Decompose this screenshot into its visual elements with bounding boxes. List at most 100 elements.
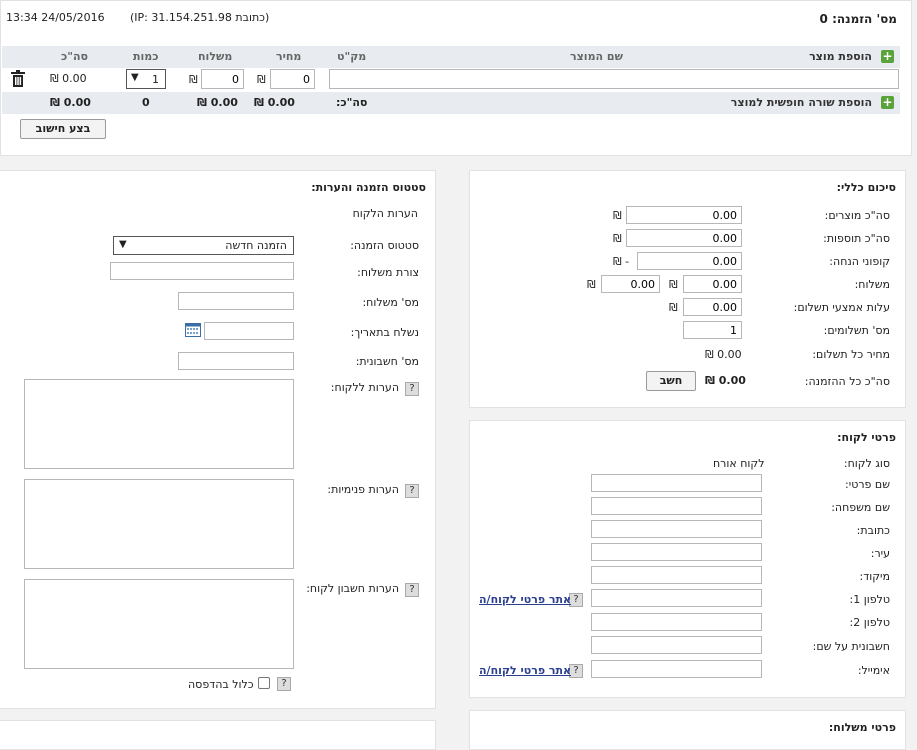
order-total-label: סה"כ כל ההזמנה: [804, 375, 890, 388]
notes-to-customer-label: הערות ללקוח: [330, 381, 399, 394]
phone1-input[interactable] [591, 589, 762, 607]
customer-type-value: לקוח אורח [713, 457, 765, 470]
invoice-no-label: מס' חשבונית: [355, 355, 419, 368]
price-currency: ₪ [257, 73, 266, 86]
first-name-input[interactable] [591, 474, 762, 492]
col-shipping: משלוח [198, 50, 233, 63]
notes-to-customer-help-icon[interactable]: ? [405, 382, 419, 396]
find-customer-by-phone-link[interactable]: אתר פרטי לקוח/ה [479, 593, 571, 606]
first-name-label: שם פרטי: [845, 478, 890, 491]
order-datetime: 13:34 24/05/2016 [6, 11, 105, 24]
include-print-help-icon[interactable]: ? [277, 677, 291, 691]
phone1-help-icon[interactable]: ? [569, 593, 583, 607]
customer-type-label: סוג לקוח: [843, 457, 890, 470]
addons-total-currency: ₪ [613, 232, 622, 245]
invoice-name-input[interactable] [591, 636, 762, 654]
email-label: אימייל: [857, 664, 890, 677]
include-print-label: כלול בהדפסה [188, 678, 254, 691]
last-name-label: שם משפחה: [831, 501, 890, 514]
qty-value: 1 [152, 73, 159, 86]
products-total-currency: ₪ [613, 209, 622, 222]
col-name: שם המוצר [570, 50, 623, 63]
phone2-label: טלפון 2: [849, 616, 890, 629]
products-total-label: סה"כ מוצרים: [824, 209, 890, 222]
row-total: 0.00 ₪ [50, 72, 87, 85]
email-help-icon[interactable]: ? [569, 664, 583, 678]
email-input[interactable] [591, 660, 762, 678]
payment-cost-label: עלות אמצעי תשלום: [793, 301, 890, 314]
zip-label: מיקוד: [859, 570, 890, 583]
shipping-no-input[interactable] [178, 292, 294, 310]
city-input[interactable] [591, 543, 762, 561]
payment-cost-currency: ₪ [669, 301, 678, 314]
col-total: סה"כ [61, 50, 88, 63]
addons-total-input[interactable] [626, 229, 742, 247]
bottom-left-panel [0, 720, 436, 750]
shipping-currency: ₪ [189, 73, 198, 86]
add-free-row-link[interactable]: הוספת שורה חופשית למוצר [731, 96, 872, 109]
chevron-down-icon: ▼ [131, 72, 139, 83]
trash-icon[interactable] [11, 70, 25, 87]
shipped-on-input[interactable] [204, 322, 294, 340]
add-product-link[interactable]: הוספת מוצר [809, 50, 872, 63]
invoice-no-input[interactable] [178, 352, 294, 370]
product-name-input[interactable] [329, 69, 899, 89]
order-status-select[interactable]: ▼ הזמנה חדשה [113, 236, 294, 255]
payment-cost-input[interactable] [683, 298, 742, 316]
order-number: מס' הזמנה: 0 [819, 12, 897, 26]
shipping-method-input[interactable] [110, 262, 294, 280]
order-status-label: סטטוס הזמנה: [350, 239, 419, 252]
coupons-input[interactable] [637, 252, 742, 270]
col-qty: כמות [133, 50, 159, 63]
calendar-icon[interactable] [185, 323, 201, 337]
summary-price: 0.00 ₪ [254, 96, 295, 109]
last-name-input[interactable] [591, 497, 762, 515]
address-label: כתובת: [856, 524, 890, 537]
installment-price-value: 0.00 ₪ [705, 348, 742, 361]
city-label: עיר: [870, 547, 890, 560]
invoice-notes-label: הערות חשבון לקוח: [306, 582, 399, 595]
order-total-value: 0.00 ₪ [705, 374, 746, 387]
notes-to-customer-textarea[interactable] [24, 379, 294, 469]
find-customer-by-email-link[interactable]: אתר פרטי לקוח/ה [479, 664, 571, 677]
summary-total: 0.00 ₪ [50, 96, 91, 109]
shipping-input-b[interactable] [601, 275, 660, 293]
internal-notes-label: הערות פנימיות: [327, 483, 399, 496]
calculate-button[interactable]: בצע חישוב [20, 119, 106, 139]
include-print-checkbox[interactable] [258, 677, 270, 689]
phone2-input[interactable] [591, 613, 762, 631]
shipping-a-currency: ₪ [669, 278, 678, 291]
summary-qty: 0 [142, 96, 150, 109]
summary-shipping: 0.00 ₪ [197, 96, 238, 109]
order-status-value: הזמנה חדשה [225, 239, 287, 252]
coupons-suffix: - ₪ [613, 255, 630, 268]
shipping-input-a[interactable] [683, 275, 742, 293]
address-input[interactable] [591, 520, 762, 538]
col-sku: מק"ט [337, 50, 367, 63]
status-title: סטטוס הזמנה והערות: [311, 181, 426, 194]
calc-total-button[interactable]: חשב [646, 371, 696, 391]
shipping-details-title: פרטי משלוח: [828, 721, 896, 734]
add-product-icon[interactable]: + [881, 50, 894, 63]
internal-notes-textarea[interactable] [24, 479, 294, 569]
invoice-notes-help-icon[interactable]: ? [405, 583, 419, 597]
product-price-input[interactable] [270, 69, 315, 89]
qty-select[interactable]: ▼ 1 [126, 69, 166, 89]
add-free-row-icon[interactable]: + [881, 96, 894, 109]
product-shipping-input[interactable] [201, 69, 244, 89]
shipped-on-label: נשלח בתאריך: [350, 326, 419, 339]
zip-input[interactable] [591, 566, 762, 584]
installments-input[interactable] [683, 321, 742, 339]
invoice-name-label: חשבונית על שם: [812, 640, 890, 653]
invoice-notes-textarea[interactable] [24, 579, 294, 669]
shipping-method-label: צורת משלוח: [357, 266, 419, 279]
summary-label: סה"כ: [336, 96, 368, 109]
products-total-input[interactable] [626, 206, 742, 224]
internal-notes-help-icon[interactable]: ? [405, 484, 419, 498]
installments-label: מס' תשלומים: [823, 324, 890, 337]
phone1-label: טלפון 1: [849, 593, 890, 606]
shipping-b-currency: ₪ [587, 278, 596, 291]
ip-address: (כתובת IP: 31.154.251.98) [130, 11, 270, 24]
shipping-label: משלוח: [854, 278, 890, 291]
summary-title: סיכום כללי: [836, 181, 896, 194]
